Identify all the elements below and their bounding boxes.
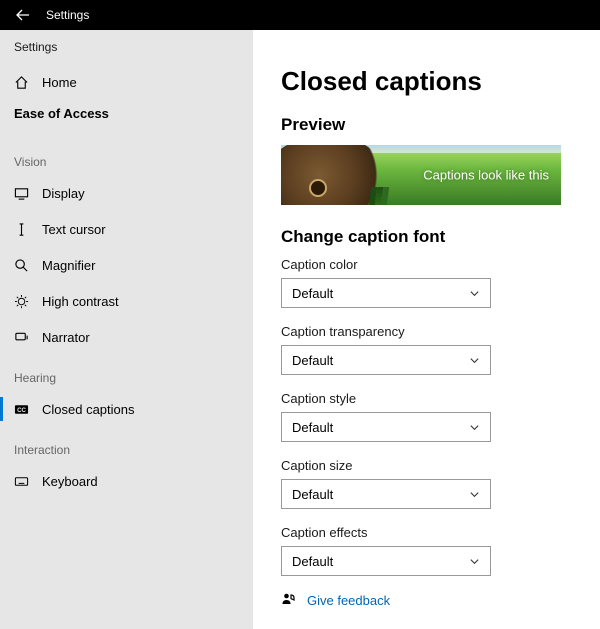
title-bar: Settings [0,0,600,30]
sidebar-item-label: Keyboard [36,474,98,489]
closed-captions-icon: CC [14,402,36,417]
page-title: Closed captions [281,66,576,97]
sidebar-group-vision: Vision [0,139,253,175]
sidebar-group-interaction: Interaction [0,427,253,463]
display-icon [14,186,36,201]
sidebar-item-home[interactable]: Home [0,64,253,100]
caption-effects-label: Caption effects [281,525,576,540]
feedback-row: Give feedback [281,592,576,608]
sidebar-item-label: Magnifier [36,258,95,273]
main-content: Closed captions Preview Captions look li… [253,30,600,629]
dropdown-value: Default [292,554,333,569]
sidebar-item-closed-captions[interactable]: CC Closed captions [0,391,253,427]
caption-style-label: Caption style [281,391,576,406]
dropdown-value: Default [292,420,333,435]
chevron-down-icon [469,422,480,433]
back-arrow-icon [15,7,31,23]
dropdown-value: Default [292,286,333,301]
preview-caption-text: Captions look like this [423,168,549,183]
preview-heading: Preview [281,115,576,135]
chevron-down-icon [469,489,480,500]
sidebar-current-category: Ease of Access [0,100,253,139]
chevron-down-icon [469,288,480,299]
sidebar-item-label: Text cursor [36,222,106,237]
caption-size-dropdown[interactable]: Default [281,479,491,509]
caption-effects-dropdown[interactable]: Default [281,546,491,576]
magnifier-icon [14,258,36,273]
caption-size-label: Caption size [281,458,576,473]
narrator-icon [14,330,36,345]
high-contrast-icon [14,294,36,309]
svg-text:CC: CC [17,406,26,413]
sidebar-item-label: Display [36,186,85,201]
sidebar-item-label: High contrast [36,294,119,309]
caption-preview: Captions look like this [281,145,561,205]
sidebar-group-hearing: Hearing [0,355,253,391]
give-feedback-link[interactable]: Give feedback [307,593,390,608]
change-font-heading: Change caption font [281,227,576,247]
caption-color-label: Caption color [281,257,576,272]
sidebar-item-narrator[interactable]: Narrator [0,319,253,355]
window-title: Settings [46,8,89,22]
dropdown-value: Default [292,353,333,368]
sidebar-item-keyboard[interactable]: Keyboard [0,463,253,499]
home-icon [14,75,36,90]
dropdown-value: Default [292,487,333,502]
app-label: Settings [0,38,253,64]
sidebar-item-high-contrast[interactable]: High contrast [0,283,253,319]
sidebar-item-magnifier[interactable]: Magnifier [0,247,253,283]
sidebar-item-display[interactable]: Display [0,175,253,211]
caption-transparency-label: Caption transparency [281,324,576,339]
sidebar: Settings Home Ease of Access Vision Disp… [0,30,253,629]
feedback-icon [281,592,297,608]
text-cursor-icon [14,222,36,237]
sidebar-item-label: Home [36,75,77,90]
caption-transparency-dropdown[interactable]: Default [281,345,491,375]
sidebar-item-label: Narrator [36,330,90,345]
caption-style-dropdown[interactable]: Default [281,412,491,442]
sidebar-item-label: Closed captions [36,402,135,417]
chevron-down-icon [469,556,480,567]
back-button[interactable] [6,0,40,30]
caption-color-dropdown[interactable]: Default [281,278,491,308]
chevron-down-icon [469,355,480,366]
sidebar-item-text-cursor[interactable]: Text cursor [0,211,253,247]
keyboard-icon [14,474,36,489]
